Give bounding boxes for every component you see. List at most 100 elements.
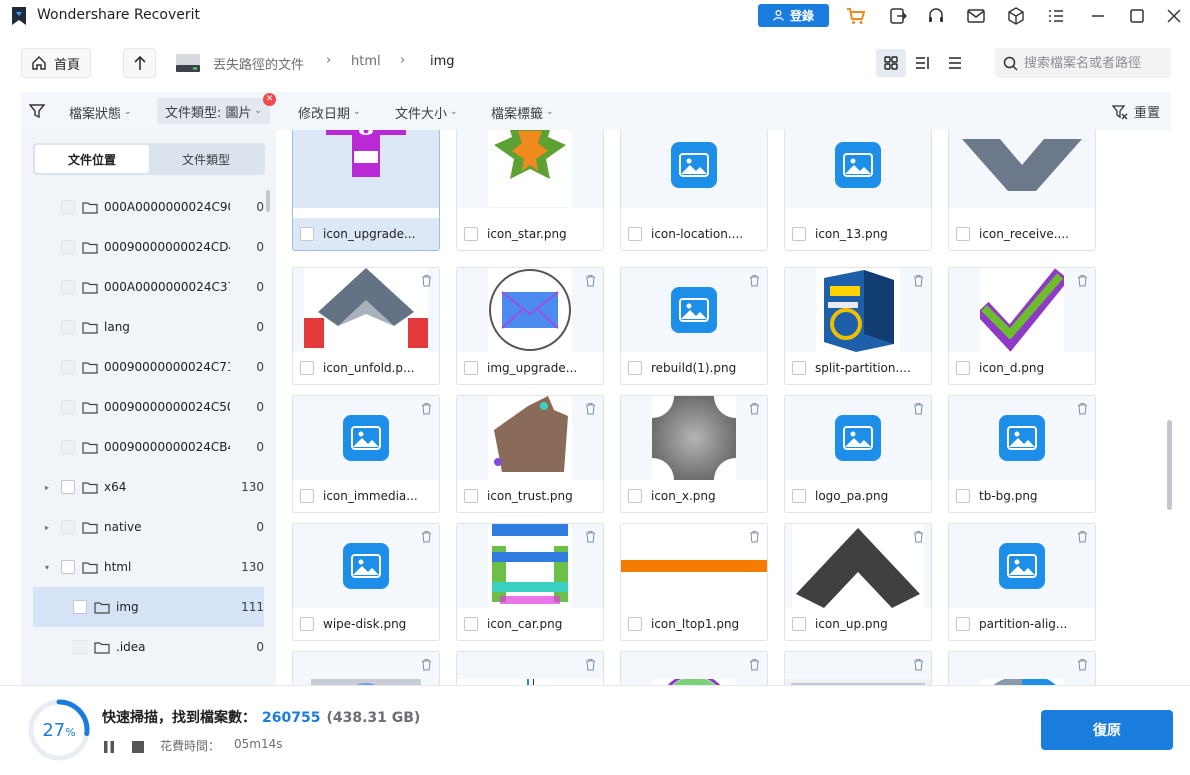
clear-filter-icon[interactable]: ✕ <box>263 93 277 106</box>
file-card[interactable]: icon_upgrade... <box>292 130 440 251</box>
tab-file-type[interactable]: 文件類型 <box>149 145 263 173</box>
file-card[interactable]: wipe-disk.png <box>292 523 440 641</box>
file-thumbnail[interactable] <box>785 652 931 685</box>
file-card[interactable] <box>948 651 1096 685</box>
file-card[interactable]: icon_13.png <box>784 130 932 251</box>
file-checkbox[interactable] <box>300 227 314 241</box>
file-thumbnail[interactable] <box>785 268 931 352</box>
search-box[interactable] <box>995 48 1171 78</box>
grid-view-button[interactable] <box>876 49 906 77</box>
tree-item[interactable]: 00090000000024CD4... 0 <box>33 227 264 267</box>
expand-arrow-icon[interactable]: ▾ <box>41 563 53 572</box>
recover-button[interactable]: 復原 <box>1041 710 1173 750</box>
trash-icon[interactable] <box>585 274 596 287</box>
file-thumbnail[interactable] <box>293 130 439 208</box>
filter-file-tag[interactable]: 檔案標籤 ⌄ <box>491 101 554 123</box>
tree-item-checkbox[interactable] <box>61 360 75 374</box>
tree-item-checkbox[interactable] <box>61 440 75 454</box>
file-card[interactable]: rebuild(1).png <box>620 267 768 385</box>
file-card[interactable] <box>456 651 604 685</box>
file-thumbnail[interactable] <box>785 524 931 608</box>
file-checkbox[interactable] <box>956 617 970 631</box>
maximize-icon[interactable] <box>1126 5 1148 27</box>
file-checkbox[interactable] <box>956 361 970 375</box>
file-checkbox[interactable] <box>628 361 642 375</box>
tree-item[interactable]: ▸ x64 130 <box>33 467 264 507</box>
file-thumbnail[interactable] <box>621 130 767 208</box>
tree-item[interactable]: lang 0 <box>33 307 264 347</box>
export-icon[interactable] <box>887 5 909 27</box>
trash-icon[interactable] <box>1077 530 1088 543</box>
file-card[interactable]: icon-location.... <box>620 130 768 251</box>
file-card[interactable]: tb-bg.png <box>948 395 1096 513</box>
trash-icon[interactable] <box>1077 274 1088 287</box>
file-checkbox[interactable] <box>464 227 478 241</box>
tree-item-checkbox[interactable] <box>61 240 75 254</box>
tree-item[interactable]: 00090000000024CB4... 0 <box>33 427 264 467</box>
breadcrumb-html[interactable]: html <box>351 54 381 69</box>
list-view-button[interactable] <box>940 49 970 77</box>
tree-item-checkbox[interactable] <box>61 560 75 574</box>
breadcrumb-img[interactable]: img <box>430 54 455 69</box>
file-thumbnail[interactable] <box>785 396 931 480</box>
tree-item[interactable]: 000A0000000024C37... 0 <box>33 267 264 307</box>
file-card[interactable]: icon_receive.... <box>948 130 1096 251</box>
file-card[interactable]: icon_star.png <box>456 130 604 251</box>
tree-item-checkbox[interactable] <box>61 200 75 214</box>
filter-icon[interactable] <box>29 103 45 119</box>
content-scrollbar[interactable] <box>1167 420 1172 510</box>
file-card[interactable]: icon_d.png <box>948 267 1096 385</box>
file-thumbnail[interactable] <box>293 268 439 352</box>
file-thumbnail[interactable] <box>949 268 1095 352</box>
file-thumbnail[interactable] <box>949 652 1095 685</box>
file-thumbnail[interactable] <box>621 396 767 480</box>
tree-item-checkbox[interactable] <box>61 400 75 414</box>
file-checkbox[interactable] <box>300 617 314 631</box>
file-thumbnail[interactable] <box>785 130 931 208</box>
trash-icon[interactable] <box>749 530 760 543</box>
trash-icon[interactable] <box>913 274 924 287</box>
expand-arrow-icon[interactable]: ▸ <box>41 523 53 532</box>
tree-item[interactable]: 000A0000000024C90... 0 <box>33 187 264 227</box>
trash-icon[interactable] <box>1077 402 1088 415</box>
file-checkbox[interactable] <box>792 489 806 503</box>
tree-item[interactable]: ▾ html 130 <box>33 547 264 587</box>
tree-item-checkbox[interactable] <box>61 320 75 334</box>
tree-item[interactable]: 00090000000024C50... 0 <box>33 387 264 427</box>
file-checkbox[interactable] <box>464 361 478 375</box>
file-thumbnail[interactable] <box>457 524 603 608</box>
home-button[interactable]: 首頁 <box>21 48 91 78</box>
tree-item-checkbox[interactable] <box>61 280 75 294</box>
trash-icon[interactable] <box>585 402 596 415</box>
file-card[interactable]: img_upgrade... <box>456 267 604 385</box>
trash-icon[interactable] <box>913 530 924 543</box>
sidebar-scrollbar[interactable] <box>266 190 270 212</box>
file-checkbox[interactable] <box>464 617 478 631</box>
file-thumbnail[interactable] <box>621 652 767 685</box>
tree-item[interactable]: 00090000000024C71... 0 <box>33 347 264 387</box>
file-checkbox[interactable] <box>956 227 970 241</box>
mail-icon[interactable] <box>965 5 987 27</box>
file-thumbnail[interactable] <box>949 396 1095 480</box>
file-card[interactable]: logo_pa.png <box>784 395 932 513</box>
expand-arrow-icon[interactable]: ▸ <box>41 483 53 492</box>
file-card[interactable]: icon_ltop1.png <box>620 523 768 641</box>
file-thumbnail[interactable] <box>457 268 603 352</box>
close-icon[interactable] <box>1163 5 1185 27</box>
file-card[interactable] <box>292 651 440 685</box>
tree-item[interactable]: ▸ native 0 <box>33 507 264 547</box>
file-checkbox[interactable] <box>792 227 806 241</box>
pause-icon[interactable] <box>103 741 115 753</box>
trash-icon[interactable] <box>421 530 432 543</box>
file-checkbox[interactable] <box>300 489 314 503</box>
file-checkbox[interactable] <box>792 361 806 375</box>
file-checkbox[interactable] <box>956 489 970 503</box>
file-card[interactable]: icon_x.png <box>620 395 768 513</box>
minimize-icon[interactable] <box>1087 5 1109 27</box>
file-checkbox[interactable] <box>464 489 478 503</box>
file-card[interactable]: partition-alig... <box>948 523 1096 641</box>
file-thumbnail[interactable] <box>293 396 439 480</box>
trash-icon[interactable] <box>421 402 432 415</box>
file-thumbnail[interactable] <box>457 130 603 208</box>
tree-item-checkbox[interactable] <box>61 480 75 494</box>
